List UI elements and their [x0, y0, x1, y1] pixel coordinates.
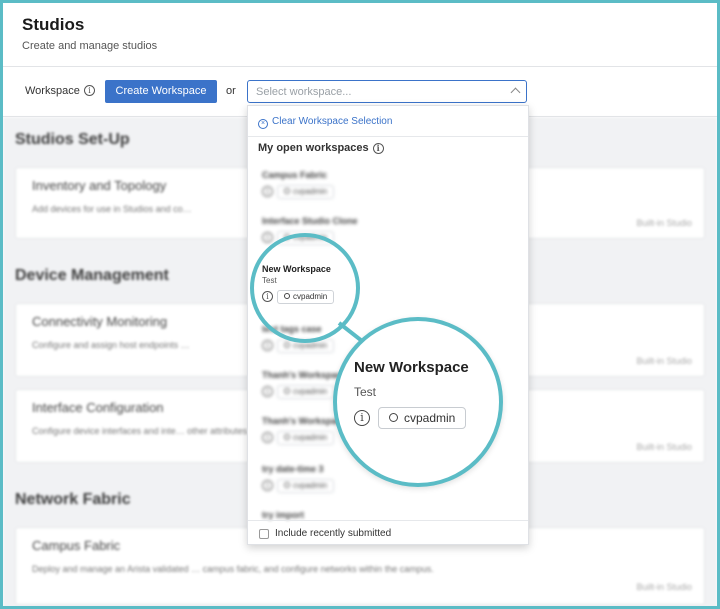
magnified-owner-name: cvpadmin	[404, 411, 456, 425]
built-in-badge: Built-in Studio	[636, 218, 692, 228]
workspace-item-name: Campus Fabric	[262, 170, 328, 180]
include-submitted-label: Include recently submitted	[275, 528, 392, 539]
clear-circle-icon: ×	[258, 119, 268, 129]
magnified-workspace-description: Test	[354, 385, 377, 399]
section-heading: Device Management	[15, 267, 169, 284]
workspace-label: Workspace	[25, 85, 80, 97]
user-icon	[284, 341, 290, 348]
workspace-item[interactable]: Campus Fabric i cvpadmin	[262, 170, 335, 199]
info-icon[interactable]: i	[372, 142, 384, 154]
studio-card-title: Connectivity Monitoring	[32, 314, 168, 329]
chevron-up-icon	[510, 87, 521, 98]
studio-card-description: Deploy and manage an Arista validated … …	[32, 564, 434, 574]
app-window: Studios Set-Up Inventory and Topology Ad…	[0, 0, 720, 609]
divider	[248, 136, 528, 137]
built-in-badge: Built-in Studio	[636, 582, 692, 592]
user-icon	[284, 187, 290, 194]
magnified-workspace-name: New Workspace	[354, 359, 469, 376]
owner-chip: cvpadmin	[277, 478, 335, 493]
workspace-item[interactable]: try date-time 3 i cvpadmin	[262, 464, 335, 493]
include-submitted-checkbox[interactable]	[259, 529, 269, 539]
owner-chip: cvpadmin	[277, 384, 335, 399]
info-icon: i	[354, 410, 370, 426]
workspace-item-name: try date-time 3	[262, 464, 324, 474]
owner-chip: cvpadmin	[277, 184, 335, 199]
owner-chip: cvpadmin	[277, 430, 335, 445]
info-icon[interactable]: i	[84, 85, 95, 96]
owner-name: cvpadmin	[293, 480, 328, 490]
page-subtitle: Create and manage studios	[22, 40, 158, 52]
section-heading: Network Fabric	[15, 491, 131, 508]
workspace-item[interactable]: Thanh's Workspace i cvpadmin	[262, 416, 347, 445]
owner-name: cvpadmin	[293, 386, 328, 396]
workspace-item-name: Interface Studio Clone	[262, 216, 358, 226]
page-header: Studios Create and manage studios	[3, 3, 717, 67]
built-in-badge: Built-in Studio	[636, 442, 692, 452]
clear-workspace-selection[interactable]: × Clear Workspace Selection	[258, 116, 392, 129]
info-icon: i	[262, 232, 273, 244]
owner-name: cvpadmin	[293, 186, 328, 196]
user-icon	[284, 481, 290, 488]
dropdown-footer: Include recently submitted	[248, 520, 528, 545]
owner-name: cvpadmin	[293, 432, 328, 442]
section-heading: Studios Set-Up	[15, 131, 130, 148]
open-workspaces-heading-text: My open workspaces	[258, 142, 369, 154]
info-icon: i	[262, 480, 273, 492]
user-icon	[284, 387, 290, 394]
or-label: or	[226, 85, 236, 97]
studio-card-title: Interface Configuration	[32, 400, 164, 415]
studio-card-title: Campus Fabric	[32, 538, 121, 553]
info-icon: i	[262, 386, 273, 398]
workspace-item-name: Thanh's Workspace	[262, 370, 347, 380]
studio-card-title: Inventory and Topology	[32, 178, 167, 193]
workspace-select[interactable]: Select workspace...	[247, 80, 527, 103]
magnified-owner-chip: cvpadmin	[378, 407, 467, 429]
info-icon: i	[262, 340, 273, 352]
open-workspaces-heading: My open workspaces i	[258, 142, 384, 154]
create-workspace-button[interactable]: Create Workspace	[105, 80, 217, 103]
workspace-item[interactable]: try import	[262, 510, 304, 520]
user-icon	[284, 433, 290, 440]
workspace-select-placeholder: Select workspace...	[256, 86, 352, 98]
workspace-item-name: try import	[262, 510, 305, 520]
user-icon	[389, 413, 398, 422]
magnifier-callout: New Workspace Test i cvpadmin	[333, 317, 503, 487]
info-icon: i	[262, 432, 273, 444]
clear-workspace-label: Clear Workspace Selection	[272, 116, 393, 127]
built-in-badge: Built-in Studio	[636, 356, 692, 366]
info-icon: i	[262, 186, 273, 198]
page-title: Studios	[22, 15, 85, 34]
